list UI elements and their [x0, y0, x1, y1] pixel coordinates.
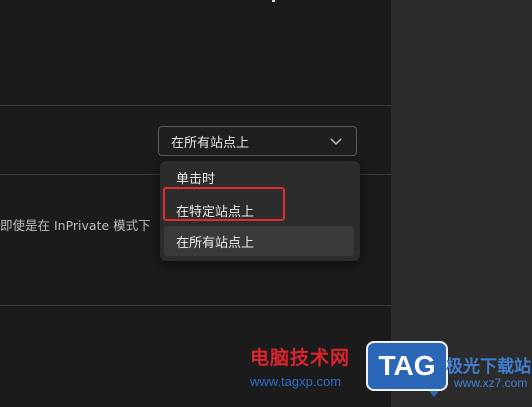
- divider-top: [0, 105, 391, 106]
- site-scope-select[interactable]: 在所有站点上: [158, 126, 357, 156]
- option-all-sites[interactable]: 在所有站点上: [164, 226, 354, 256]
- setting-description: 即使是在 InPrivate 模式下: [0, 218, 151, 233]
- watermark-site-url: www.xz7.com: [454, 376, 528, 390]
- select-value: 在所有站点上: [171, 135, 250, 151]
- watermark-site-name: 极光下载站: [446, 357, 531, 377]
- watermark-url: www.tagxp.com: [250, 374, 342, 389]
- watermark-title: 电脑技术网: [250, 347, 351, 369]
- chevron-down-icon: [330, 138, 342, 145]
- divider-bottom: [0, 305, 391, 306]
- scrollbar-marker: [272, 0, 275, 2]
- annotation-highlight-box: [163, 187, 285, 221]
- watermark-badge: TAG: [366, 341, 448, 391]
